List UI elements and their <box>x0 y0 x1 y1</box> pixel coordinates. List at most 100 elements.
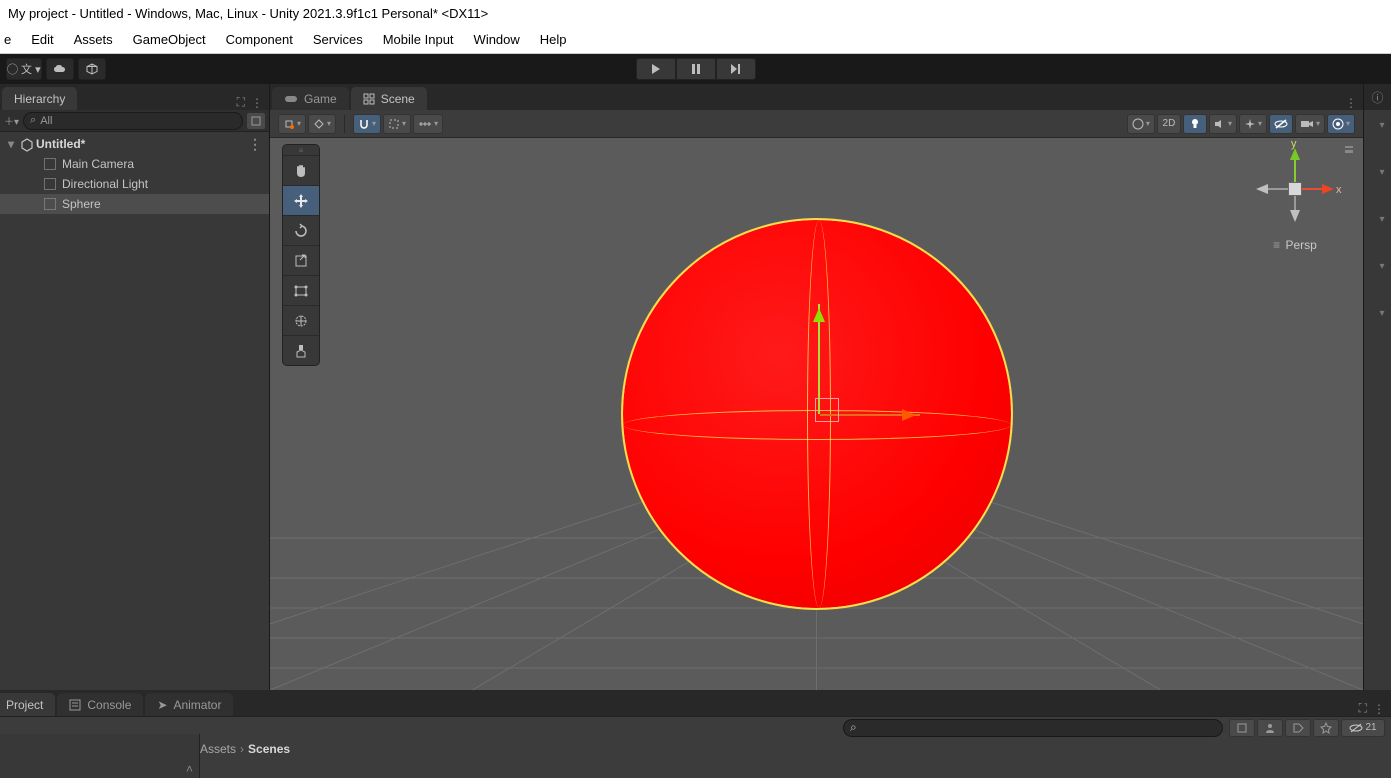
pivot-rotation-button[interactable] <box>308 114 336 134</box>
lighting-toggle[interactable] <box>1183 114 1207 134</box>
chevron-down-icon[interactable]: ▾ <box>1373 120 1391 131</box>
rotate-icon <box>293 223 309 239</box>
hierarchy-panel: Hierarchy ⛶ ⋮ ＋▾ ⌕ All ▾ Untitle <box>0 84 270 690</box>
project-search[interactable]: ⌕ <box>843 719 1223 737</box>
pivot-mode-button[interactable] <box>278 114 306 134</box>
visibility-toggle[interactable] <box>1269 114 1293 134</box>
expand-toggle[interactable]: ▾ <box>4 137 18 151</box>
scene-name: Untitled* <box>36 137 85 151</box>
hierarchy-tab[interactable]: Hierarchy <box>2 87 77 110</box>
magnet-icon <box>358 118 370 130</box>
eye-off-icon <box>1274 119 1288 129</box>
breadcrumb-assets[interactable]: Assets <box>200 742 236 756</box>
menu-item-assets[interactable]: Assets <box>64 28 123 51</box>
scene-viewport[interactable]: ≡ <box>270 138 1363 690</box>
audio-toggle[interactable] <box>1209 114 1237 134</box>
cloud-button[interactable] <box>46 58 74 80</box>
projection-label[interactable]: ≡ Persp <box>1235 238 1355 252</box>
chevron-down-icon[interactable]: ▾ <box>1373 214 1391 225</box>
step-button[interactable] <box>716 58 756 80</box>
package-button[interactable] <box>78 58 106 80</box>
scene-tab[interactable]: Scene <box>351 87 427 110</box>
search-scope-button[interactable] <box>1229 719 1255 737</box>
panel-menu-icon[interactable]: ⋮ <box>251 96 263 110</box>
star-filter[interactable] <box>1313 719 1339 737</box>
gizmos-toggle[interactable] <box>1327 114 1355 134</box>
console-tab[interactable]: Console <box>57 693 143 716</box>
favorites-filter[interactable] <box>1257 719 1283 737</box>
scene-tools-overlay[interactable]: ≡ <box>282 144 320 366</box>
hierarchy-search[interactable]: ⌕ All <box>23 112 243 130</box>
scene-context-menu[interactable]: ⋮ <box>248 136 269 153</box>
menu-item-services[interactable]: Services <box>303 28 373 51</box>
rect-tool[interactable] <box>283 275 319 305</box>
menu-item-edit[interactable]: Edit <box>21 28 63 51</box>
menu-item-file[interactable]: e <box>4 28 21 51</box>
menu-item-component[interactable]: Component <box>216 28 303 51</box>
fx-toggle[interactable] <box>1239 114 1267 134</box>
chevron-down-icon[interactable]: ▾ <box>1373 167 1391 178</box>
project-folder-tree[interactable]: ˄ <box>0 734 200 778</box>
2d-toggle[interactable]: 2D <box>1157 114 1181 134</box>
cloud-icon <box>53 64 67 74</box>
panel-menu-icon[interactable]: ⋮ <box>1373 702 1385 716</box>
overlay-drag-handle[interactable]: ≡ <box>283 145 319 155</box>
menu-item-gameobject[interactable]: GameObject <box>123 28 216 51</box>
play-controls <box>636 58 756 80</box>
pivot-icon <box>283 118 295 130</box>
orientation-gizmo[interactable]: y x ≡ Persp <box>1235 144 1355 274</box>
pause-button[interactable] <box>676 58 716 80</box>
draw-mode-button[interactable] <box>1127 114 1155 134</box>
unity-logo-icon <box>20 138 32 150</box>
breadcrumb-scenes[interactable]: Scenes <box>248 742 290 756</box>
label-icon <box>1292 722 1304 734</box>
gameobject-icon <box>44 158 56 170</box>
grid-snap-button[interactable] <box>353 114 381 134</box>
type-filter[interactable] <box>1285 719 1311 737</box>
game-tab[interactable]: Game <box>272 87 349 110</box>
menu-item-help[interactable]: Help <box>530 28 577 51</box>
play-button[interactable] <box>636 58 676 80</box>
hierarchy-item-sphere[interactable]: Sphere <box>0 194 269 214</box>
hierarchy-item-camera[interactable]: Main Camera <box>0 154 269 174</box>
hand-tool[interactable] <box>283 155 319 185</box>
star-icon <box>1320 722 1332 734</box>
scene-toolbar: 2D <box>270 110 1363 138</box>
gamepad-icon <box>284 94 298 104</box>
inspector-collapsed[interactable]: ⓘ ▾ ▾ ▾ ▾ ▾ <box>1363 84 1391 690</box>
console-icon <box>69 699 81 711</box>
inspector-info-icon[interactable]: ⓘ <box>1364 84 1391 110</box>
project-tab[interactable]: Project <box>0 693 55 716</box>
menu-item-mobileinput[interactable]: Mobile Input <box>373 28 464 51</box>
hierarchy-item-light[interactable]: Directional Light <box>0 174 269 194</box>
chevron-down-icon[interactable]: ▾ <box>1373 308 1391 319</box>
custom-tool[interactable] <box>283 335 319 365</box>
scale-tool[interactable] <box>283 245 319 275</box>
transform-tool[interactable] <box>283 305 319 335</box>
transform-icon <box>293 313 309 329</box>
account-button[interactable]: ◯ 文 ▾ <box>6 58 42 80</box>
rotate-tool[interactable] <box>283 215 319 245</box>
menu-item-window[interactable]: Window <box>464 28 530 51</box>
move-tool[interactable] <box>283 185 319 215</box>
gizmo-center[interactable] <box>1288 182 1302 196</box>
expand-tree-icon[interactable]: ˄ <box>186 762 193 776</box>
chevron-left-icon: ≡ <box>1273 238 1280 252</box>
hidden-count: 21 <box>1365 722 1376 733</box>
hidden-count-button[interactable]: 21 <box>1341 719 1385 737</box>
animator-tab[interactable]: ➤ Animator <box>145 693 233 716</box>
panel-menu-icon[interactable]: ⋮ <box>1345 96 1357 110</box>
hierarchy-item-label: Sphere <box>62 197 101 211</box>
lightbulb-icon <box>1190 118 1200 130</box>
grid-visual-button[interactable] <box>413 114 443 134</box>
lock-icon[interactable]: ⛶ <box>1359 701 1367 716</box>
chevron-down-icon[interactable]: ▾ <box>1373 261 1391 272</box>
xy-plane-handle[interactable] <box>815 398 839 422</box>
package-icon <box>86 63 98 75</box>
camera-button[interactable] <box>1295 114 1325 134</box>
create-dropdown[interactable]: ＋▾ <box>4 113 19 128</box>
lock-icon[interactable]: ⛶ <box>237 95 245 110</box>
snap-increment-button[interactable] <box>383 114 411 134</box>
search-filter-button[interactable] <box>247 113 265 129</box>
scene-row[interactable]: ▾ Untitled* ⋮ <box>0 134 269 154</box>
